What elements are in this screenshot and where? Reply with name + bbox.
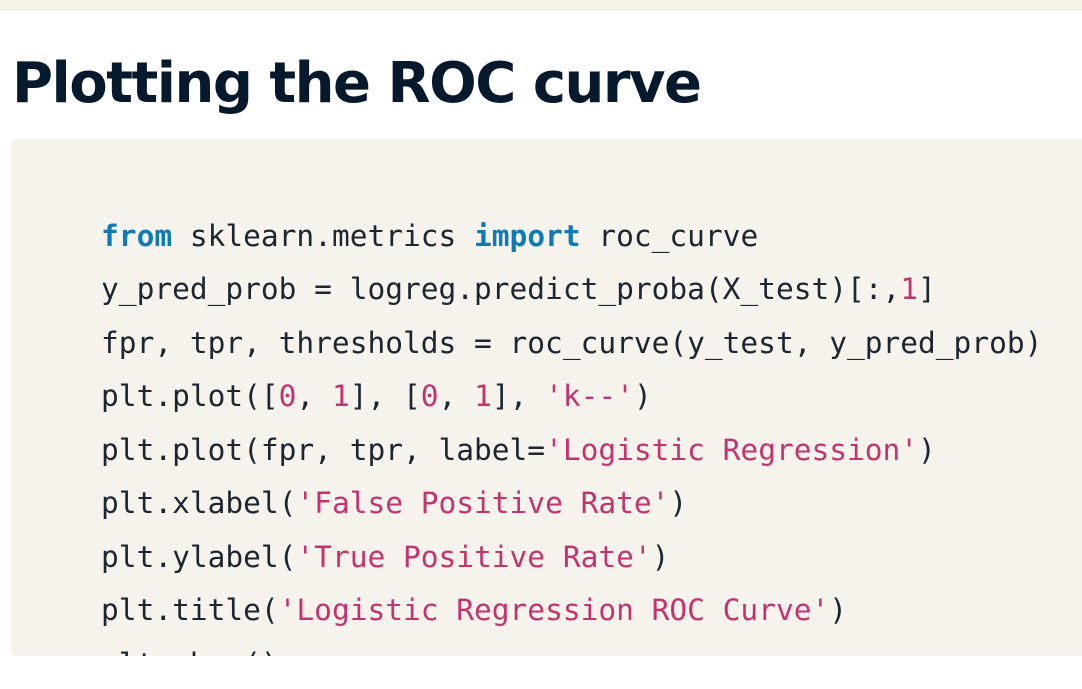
code-token: ) — [829, 593, 847, 627]
code-token: 'True Positive Rate' — [296, 539, 652, 574]
code-token: plt.plot(fpr, tpr, label= — [101, 432, 546, 467]
code-token: plt.ylabel( — [101, 539, 297, 574]
code-token: plt.xlabel( — [101, 486, 297, 520]
code-token: plt.plot([ — [101, 379, 279, 413]
code-token: 'Logistic Regression' — [545, 432, 919, 467]
code-token: 0 — [278, 379, 297, 413]
code-token: ) — [651, 539, 670, 574]
code-token: ) — [918, 432, 936, 467]
top-strip — [0, 0, 1082, 10]
code-token: 0 — [420, 379, 439, 413]
code-block: from sklearn.metrics import roc_curve y_… — [11, 139, 1082, 656]
code-token: plt.show(); — [101, 647, 296, 657]
code-token: ] — [918, 272, 936, 306]
code-token: from — [101, 218, 173, 253]
code-token: 1 — [900, 272, 919, 306]
code-token: sklearn.metrics — [172, 218, 475, 253]
slide-title: Plotting the ROC curve — [12, 51, 702, 116]
code-token: y_pred_prob = logreg.predict_proba(X_tes… — [101, 272, 901, 306]
code-token: 1 — [474, 379, 492, 413]
code-token: 1 — [331, 379, 350, 413]
code-token: ], — [491, 379, 546, 413]
code-token: ) — [669, 486, 688, 520]
code-token: fpr, tpr, thresholds = roc_curve(y_test,… — [101, 325, 1043, 360]
code-token: 'Logistic Regression ROC Curve' — [278, 593, 830, 627]
code-line: from sklearn.metrics import roc_curve — [30, 156, 1082, 253]
code-token: import — [474, 218, 581, 253]
code-token: ) — [633, 379, 652, 413]
code-token: ], [ — [349, 379, 421, 413]
code-token: 'False Positive Rate' — [296, 486, 670, 520]
code-token: 'k--' — [545, 379, 634, 413]
code-token: plt.title( — [101, 593, 279, 627]
code-token: , — [296, 379, 332, 413]
code-token: , — [438, 379, 475, 413]
code-token: roc_curve — [580, 218, 759, 253]
